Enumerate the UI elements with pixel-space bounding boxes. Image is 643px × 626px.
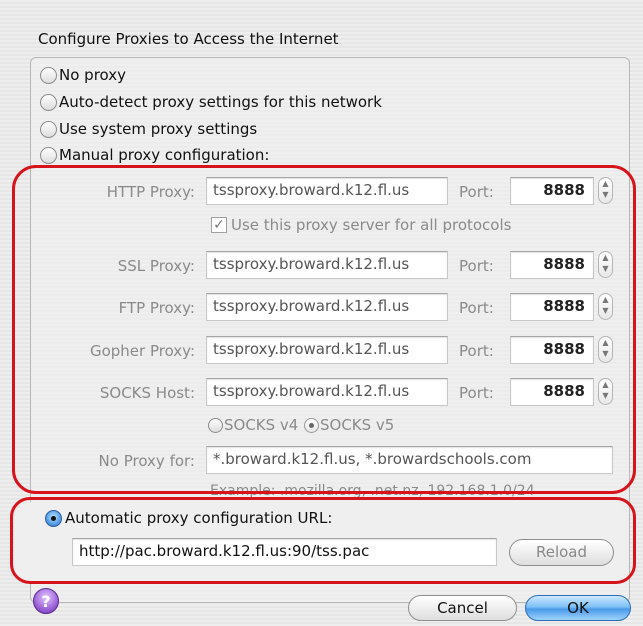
radio-label: Automatic proxy configuration URL:: [65, 509, 333, 527]
reload-button[interactable]: Reload: [509, 539, 614, 566]
radio-auto-config-url[interactable]: Automatic proxy configuration URL:: [45, 509, 332, 527]
ftp-proxy-input[interactable]: tssproxy.broward.k12.fl.us: [206, 293, 448, 321]
ssl-proxy-label: SSL Proxy:: [117, 257, 195, 275]
gopher-proxy-label: Gopher Proxy:: [89, 342, 195, 360]
radio-system-proxy[interactable]: Use system proxy settings: [40, 120, 257, 138]
radio-no-proxy[interactable]: No proxy: [40, 66, 126, 84]
http-proxy-label: HTTP Proxy:: [106, 183, 195, 201]
radio-button[interactable]: [45, 509, 62, 527]
ssl-port-label: Port:: [459, 257, 494, 275]
gopher-port-stepper[interactable]: ▲ ▼: [598, 336, 613, 363]
no-proxy-example: Example: .mozilla.org, .net.nz, 192.168.…: [210, 483, 535, 499]
radio-auto-detect[interactable]: Auto-detect proxy settings for this netw…: [40, 93, 382, 111]
ssl-proxy-input[interactable]: tssproxy.broward.k12.fl.us: [206, 251, 448, 279]
http-port-label: Port:: [459, 183, 494, 201]
radio-button[interactable]: [208, 417, 223, 433]
socks-port-label: Port:: [459, 384, 494, 402]
http-port-input[interactable]: 8888: [510, 177, 594, 205]
radio-manual-proxy[interactable]: Manual proxy configuration:: [40, 146, 269, 164]
auto-config-url-input[interactable]: http://pac.broward.k12.fl.us:90/tss.pac: [72, 538, 497, 566]
ftp-port-stepper[interactable]: ▲ ▼: [598, 293, 613, 320]
radio-label: Manual proxy configuration:: [59, 146, 270, 164]
radio-socks-v5[interactable]: SOCKS v5: [304, 416, 394, 434]
ftp-port-label: Port:: [459, 299, 494, 317]
ftp-port-input[interactable]: 8888: [510, 293, 594, 321]
ftp-proxy-label: FTP Proxy:: [118, 299, 195, 317]
radio-label: Use system proxy settings: [59, 120, 258, 138]
ssl-port-stepper[interactable]: ▲ ▼: [598, 251, 613, 278]
radio-button[interactable]: [40, 120, 57, 138]
cancel-button[interactable]: Cancel: [408, 595, 517, 621]
radio-label: No proxy: [59, 66, 126, 84]
ssl-port-input[interactable]: 8888: [510, 251, 594, 279]
help-button[interactable]: ?: [33, 588, 59, 614]
radio-button[interactable]: [40, 146, 57, 164]
socks-host-input[interactable]: tssproxy.broward.k12.fl.us: [206, 378, 448, 406]
radio-label: SOCKS v4: [224, 416, 299, 434]
radio-socks-v4[interactable]: SOCKS v4: [208, 416, 298, 434]
share-proxy-checkbox-row[interactable]: ✓ Use this proxy server for all protocol…: [211, 216, 511, 234]
socks-port-stepper[interactable]: ▲ ▼: [598, 378, 613, 405]
radio-button[interactable]: [40, 93, 57, 111]
radio-label: Auto-detect proxy settings for this netw…: [59, 93, 382, 111]
socks-port-input[interactable]: 8888: [510, 378, 594, 406]
gopher-port-label: Port:: [459, 342, 494, 360]
radio-button[interactable]: [304, 417, 319, 433]
ok-button[interactable]: OK: [525, 595, 631, 621]
gopher-port-input[interactable]: 8888: [510, 336, 594, 364]
socks-host-label: SOCKS Host:: [99, 384, 195, 402]
share-proxy-checkbox[interactable]: ✓: [211, 217, 227, 233]
radio-button[interactable]: [40, 66, 57, 84]
http-proxy-input[interactable]: tssproxy.broward.k12.fl.us: [206, 177, 448, 205]
gopher-proxy-input[interactable]: tssproxy.broward.k12.fl.us: [206, 336, 448, 364]
no-proxy-for-label: No Proxy for:: [98, 452, 195, 470]
http-port-stepper[interactable]: ▲ ▼: [598, 177, 613, 204]
radio-label: SOCKS v5: [320, 416, 395, 434]
no-proxy-for-input[interactable]: *.broward.k12.fl.us, *.browardschools.co…: [206, 446, 613, 474]
share-proxy-label: Use this proxy server for all protocols: [231, 216, 512, 234]
section-title: Configure Proxies to Access the Internet: [38, 30, 339, 48]
